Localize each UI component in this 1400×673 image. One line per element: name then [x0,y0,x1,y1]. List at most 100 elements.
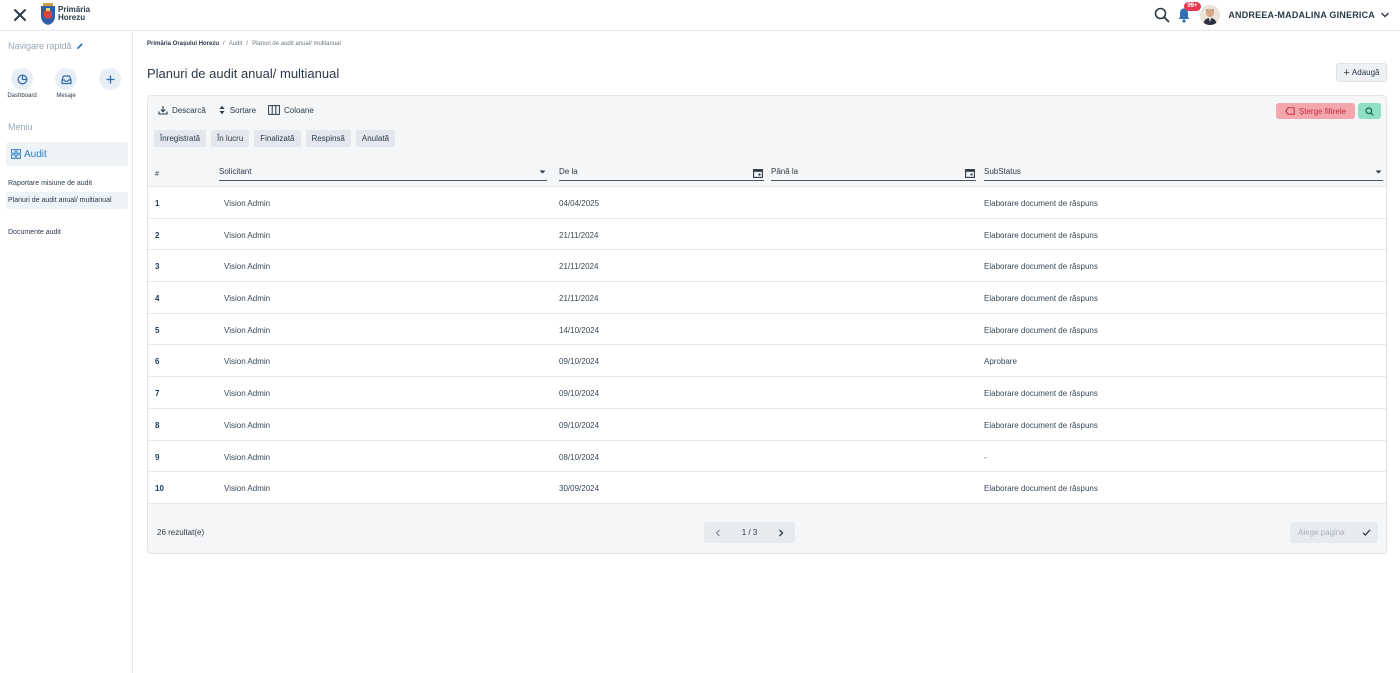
table-row[interactable]: 10 Vision Admin 30/09/2024 Elaborare doc… [148,472,1386,504]
row-date: 21/11/2024 [559,262,599,272]
chevron-right-icon [779,529,784,536]
inbox-icon [60,74,72,84]
brand-line2: Horezu [58,13,86,22]
date-from-filter[interactable]: De la [559,165,764,181]
table-row[interactable]: 6 Vision Admin 09/10/2024 Aprobare [148,345,1386,378]
plus-icon [106,75,114,83]
row-date: 09/10/2024 [559,389,600,399]
close-icon[interactable] [12,7,28,23]
table-row[interactable]: 8 Vision Admin 09/10/2024 Elaborare docu… [148,409,1386,441]
table-row[interactable]: 2 Vision Admin 21/11/2024 Elaborare docu… [148,219,1386,251]
sidebar: Navigare rapidă Dashboard Mesaje Meniu A… [0,32,133,673]
row-solicitant: Vision Admin [224,484,271,494]
table-row[interactable]: 9 Vision Admin 08/10/2024 - [148,441,1386,473]
quick-dashboard-label: Dashboard [7,93,37,99]
calendar-icon [753,169,763,178]
row-solicitant: Vision Admin [224,452,271,462]
pencil-icon[interactable] [76,42,84,50]
search-button[interactable] [1358,103,1381,119]
check-icon [1362,529,1371,536]
row-date: 30/09/2024 [559,484,600,494]
sidebar-item-audit[interactable]: Audit [6,142,128,166]
list-panel: Descarcă Sortare Coloane Șterge filtrele… [147,95,1387,554]
row-substatus: - [984,452,987,462]
page-indicator: 1 / 3 [741,528,758,537]
toolbar: Descarcă Sortare Coloane [158,105,326,115]
breadcrumb-audit[interactable]: Audit [229,41,243,47]
row-date: 14/10/2024 [559,325,600,335]
row-number: 6 [155,357,160,367]
solicitant-filter-label: Solicitant [219,167,252,176]
row-substatus: Elaborare document de răspuns [984,262,1098,272]
date-to-label: Până la [771,167,799,176]
row-solicitant: Vision Admin [224,420,271,430]
search-icon[interactable] [1154,7,1170,23]
download-label: Descarcă [172,105,206,115]
sidebar-item-documente[interactable]: Documente audit [6,224,128,241]
sort-button[interactable]: Sortare [218,105,256,115]
sidebar-item-planuri[interactable]: Planuri de audit anual/ multianual [6,192,128,209]
columns-icon [268,105,280,115]
filter-in-lucru[interactable]: În lucru [211,130,250,147]
caret-down-icon [1375,170,1382,174]
row-substatus: Elaborare document de răspuns [984,389,1098,399]
user-name[interactable]: ANDREEA-MADALINA GINERICA [1228,10,1375,20]
row-date: 09/10/2024 [559,420,600,430]
breadcrumb-current: Planuri de audit anual/ multianual [252,41,341,47]
brand-logo[interactable]: Primăria Horezu [40,3,90,25]
row-number: 10 [155,484,164,494]
notification-badge: 99+ [1184,2,1201,11]
substatus-filter[interactable]: SubStatus [984,165,1383,181]
clear-filters-button[interactable]: Șterge filtrele [1276,103,1355,119]
quick-messages-label: Mesaje [56,93,76,99]
brand-name: Primăria Horezu [58,6,90,22]
clear-filters-label: Șterge filtrele [1298,106,1347,116]
row-substatus: Elaborare document de răspuns [984,420,1098,430]
notifications-button[interactable]: 99+ [1176,2,1201,23]
page-picker: Alege pagina [1290,522,1378,543]
row-solicitant: Vision Admin [224,199,271,208]
filter-anulata[interactable]: Anulată [355,130,396,147]
confirm-page-button[interactable] [1362,528,1371,537]
prev-page-button[interactable] [714,529,722,537]
filter-inregistrata[interactable]: Înregistrată [154,130,207,147]
date-to-filter[interactable]: Până la [771,165,976,181]
avatar[interactable] [1200,5,1221,25]
columns-button[interactable]: Coloane [268,105,314,115]
quick-messages-button[interactable] [55,68,77,90]
chevron-down-icon[interactable] [1380,10,1390,20]
row-substatus: Elaborare document de răspuns [984,230,1098,240]
top-bar: Primăria Horezu 99+ ANDREEA-MADALINA GIN… [0,0,1400,31]
table-row[interactable]: 3 Vision Admin 21/11/2024 Elaborare docu… [148,250,1386,283]
substatus-filter-label: SubStatus [984,167,1021,176]
next-page-button[interactable] [777,529,785,537]
sidebar-item-raportare[interactable]: Raportare misiune de audit [6,175,128,192]
filter-respinsa[interactable]: Respinsă [305,130,351,147]
solicitant-filter[interactable]: Solicitant [219,165,547,181]
date-from-label: De la [559,167,578,176]
row-number: 3 [155,262,160,272]
row-number: 5 [155,325,160,335]
quick-add-button[interactable] [99,68,121,90]
page-picker-input[interactable]: Alege pagina [1298,528,1362,537]
calendar-icon [965,169,975,178]
table-row[interactable]: 1 Vision Admin 04/04/2025 Elaborare docu… [148,187,1386,219]
user-avatar-icon [1200,5,1221,25]
table-row[interactable]: 5 Vision Admin 14/10/2024 Elaborare docu… [148,314,1386,346]
coat-of-arms-icon [41,3,55,25]
columns-label: Coloane [284,105,314,115]
breadcrumb-root[interactable]: Primăria Orașului Horezu [147,41,219,47]
download-button[interactable]: Descarcă [158,105,206,115]
filter-finalizata[interactable]: Finalizată [254,130,301,147]
table-row[interactable]: 7 Vision Admin 09/10/2024 Elaborare docu… [148,377,1386,409]
row-substatus: Elaborare document de răspuns [984,325,1098,335]
download-icon [158,106,168,115]
page-title: Planuri de audit anual/ multianual [147,66,340,81]
caret-down-icon [539,170,546,174]
add-button-label: Adaugă [1351,68,1380,77]
table-row[interactable]: 4 Vision Admin 21/11/2024 Elaborare docu… [148,282,1386,314]
search-icon [1365,106,1374,116]
quick-dashboard-button[interactable] [11,68,33,90]
add-button[interactable]: + Adaugă [1336,63,1387,82]
row-solicitant: Vision Admin [224,389,271,399]
